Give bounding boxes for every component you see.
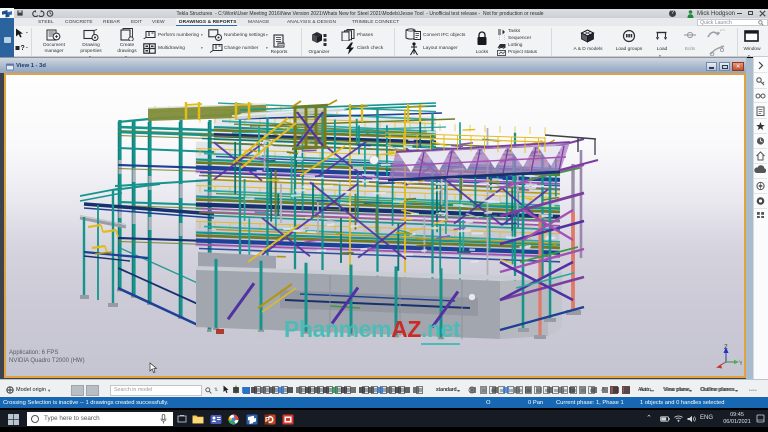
svg-text:?: ? [21,45,25,52]
svg-text:P: P [265,417,270,424]
svg-text:Z: Z [724,345,728,351]
svg-text:Y: Y [739,361,742,367]
